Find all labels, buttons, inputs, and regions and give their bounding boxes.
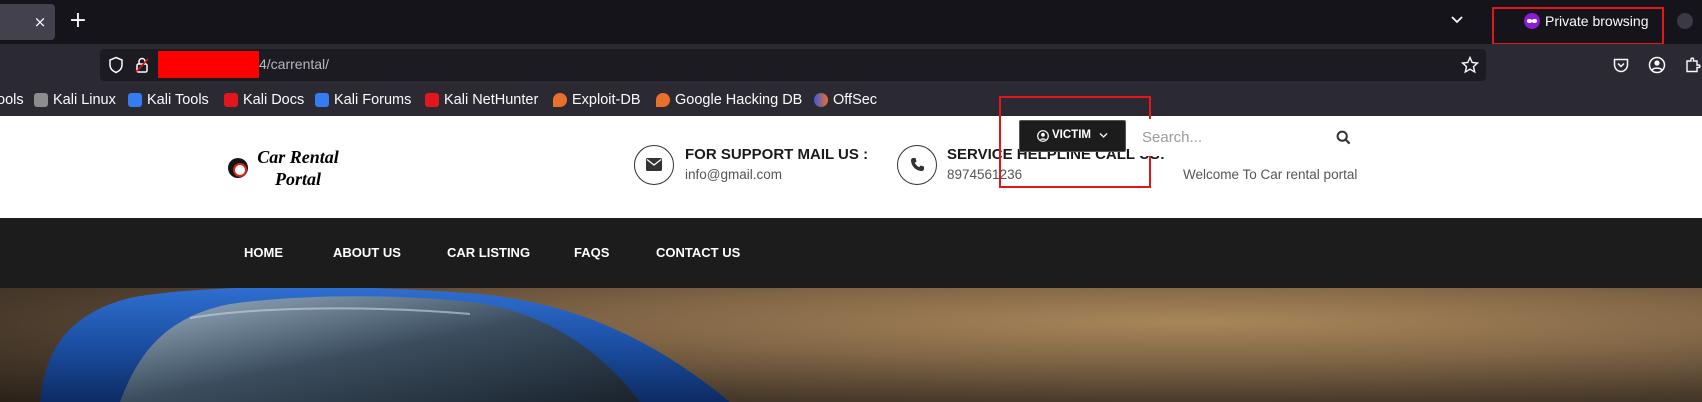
user-menu-label[interactable]: VICTIM [1052, 127, 1091, 143]
welcome-text: Welcome To Car rental portal [1183, 167, 1358, 182]
nav-about-us[interactable]: ABOUT US [333, 244, 401, 262]
mail-icon-circle [634, 145, 674, 185]
envelope-icon [646, 158, 662, 171]
bookmark-exploit-db[interactable]: Exploit-DB [553, 90, 641, 110]
bookmark-star-icon[interactable] [1461, 56, 1479, 74]
search-input[interactable] [1142, 120, 1322, 155]
hero-banner [0, 288, 1702, 402]
phone-icon [911, 158, 924, 171]
kali-dragon-icon [34, 93, 48, 107]
kali-tools-icon [128, 93, 142, 107]
bookmark-kali-linux[interactable]: Kali Linux [34, 90, 116, 110]
redacted-host [158, 51, 259, 78]
site-header: Car Rental Portal FOR SUPPORT MAIL US : … [0, 116, 1702, 218]
tab-close-button[interactable]: × [32, 12, 48, 32]
bookmark-label: Kali Forums [334, 92, 412, 108]
site-logo[interactable]: Car Rental Portal [248, 146, 348, 190]
phone-icon-circle [897, 145, 937, 185]
bookmark-label: Kali Tools [147, 92, 209, 108]
nav-faqs[interactable]: FAQS [574, 244, 609, 262]
logo-line-1: Car Rental [257, 147, 339, 167]
insecure-lock-icon[interactable] [134, 56, 150, 74]
new-tab-button[interactable]: + [67, 9, 89, 33]
tab-strip [0, 0, 1702, 44]
extensions-icon[interactable] [1684, 56, 1702, 74]
support-mail-title: FOR SUPPORT MAIL US : [685, 146, 869, 163]
user-circle-icon [1037, 130, 1049, 142]
nethunter-icon [425, 93, 439, 107]
offsec-icon [814, 93, 828, 107]
chevron-down-icon[interactable] [1099, 132, 1108, 139]
list-all-tabs-icon[interactable] [1448, 10, 1466, 30]
nav-contact-us[interactable]: CONTACT US [656, 244, 740, 262]
bookmark-google-hacking-db[interactable]: Google Hacking DB [656, 90, 802, 110]
active-tab[interactable]: × [0, 4, 55, 40]
bookmark-kali-nethunter[interactable]: Kali NetHunter [425, 90, 538, 110]
bookmark-kali-tools-partial[interactable]: ools [0, 90, 24, 110]
kali-forums-icon [315, 93, 329, 107]
support-mail-value: info@gmail.com [685, 167, 782, 182]
kali-docs-icon [224, 93, 238, 107]
tracking-protection-shield-icon[interactable] [108, 56, 124, 74]
bookmark-label: OffSec [833, 92, 878, 108]
car-rental-logo-icon[interactable] [228, 158, 248, 178]
ghdb-icon [656, 93, 670, 107]
bookmark-kali-forums[interactable]: Kali Forums [315, 90, 411, 110]
bookmark-label: Kali Docs [243, 92, 305, 108]
bookmark-label: Kali NetHunter [444, 92, 539, 108]
bookmark-kali-tools[interactable]: Kali Tools [128, 90, 209, 110]
bookmark-label: ools [0, 92, 24, 108]
main-navbar: HOME ABOUT US CAR LISTING FAQS CONTACT U… [0, 218, 1702, 288]
logo-line-2: Portal [274, 169, 321, 189]
search-icon[interactable] [1336, 130, 1351, 145]
window-control-button[interactable] [1677, 13, 1693, 29]
exploit-db-icon [553, 93, 567, 107]
pocket-icon[interactable] [1612, 56, 1630, 74]
nav-home[interactable]: HOME [244, 244, 283, 262]
bookmark-offsec[interactable]: OffSec [814, 90, 877, 110]
bookmark-label: Exploit-DB [572, 92, 641, 108]
web-page: Car Rental Portal FOR SUPPORT MAIL US : … [0, 116, 1702, 402]
private-browsing-label: Private browsing [1545, 13, 1649, 29]
hero-car-image [40, 288, 730, 402]
bookmark-label: Google Hacking DB [675, 92, 803, 108]
account-icon[interactable] [1648, 56, 1666, 74]
url-text[interactable]: 4/carrental/ [259, 55, 329, 73]
private-browsing-icon [1524, 13, 1540, 29]
bookmark-kali-docs[interactable]: Kali Docs [224, 90, 304, 110]
nav-car-listing[interactable]: CAR LISTING [447, 244, 530, 262]
bookmark-label: Kali Linux [53, 92, 116, 108]
